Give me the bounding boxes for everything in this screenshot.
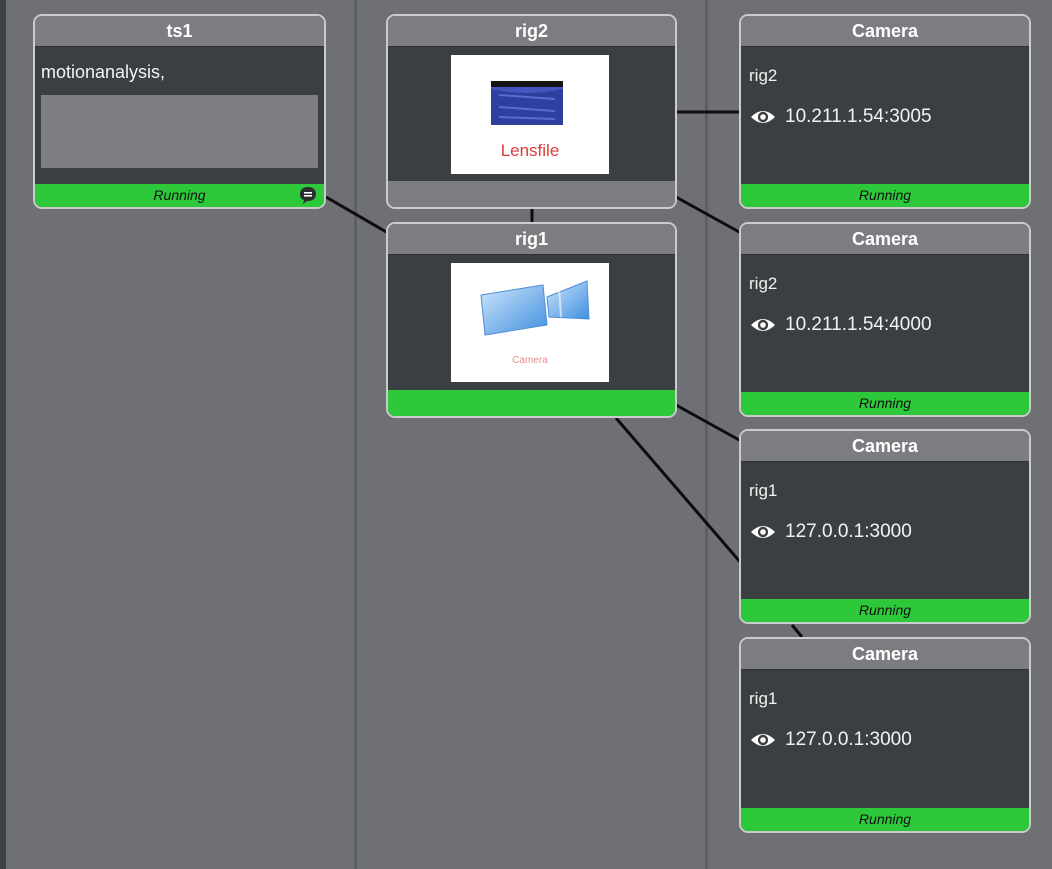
camera-address-row: 127.0.0.1:3000 — [749, 521, 912, 543]
status-bar: Running — [741, 392, 1029, 415]
node-title: Camera — [741, 639, 1029, 670]
node-rig1[interactable]: rig1 Camera — [386, 222, 677, 418]
status-bar: Running — [35, 184, 324, 207]
node-title: rig2 — [388, 16, 675, 47]
node-title: Camera — [741, 431, 1029, 462]
camera-address: 127.0.0.1:3000 — [785, 521, 912, 542]
status-bar: Running — [741, 599, 1029, 622]
lens-image — [491, 81, 563, 125]
edge-rig1-camera3 — [675, 403, 742, 443]
status-bar — [388, 181, 675, 207]
thumbnail-label: Camera — [512, 355, 548, 366]
node-ts1[interactable]: ts1 motionanalysis, Running — [33, 14, 326, 209]
eye-icon[interactable] — [749, 316, 777, 334]
node-title: ts1 — [35, 16, 324, 47]
node-title: rig1 — [388, 224, 675, 255]
camera-rig: rig1 — [749, 689, 778, 708]
camera-thumbnail: Camera — [451, 263, 609, 382]
status-bar: Running — [741, 808, 1029, 831]
camera-address: 127.0.0.1:3000 — [785, 729, 912, 750]
node-title: Camera — [741, 16, 1029, 47]
camera-rig: rig2 — [749, 66, 778, 85]
chat-bubble-icon[interactable] — [298, 185, 318, 205]
camera-rig: rig1 — [749, 481, 778, 500]
camera-address-row: 10.211.1.54:4000 — [749, 314, 932, 336]
camera-address-row: 10.211.1.54:3005 — [749, 106, 932, 128]
edge-rig2-camera2 — [675, 195, 742, 235]
camera-address: 10.211.1.54:3005 — [785, 106, 932, 127]
lensfile-thumbnail: Lensfile — [451, 55, 609, 174]
eye-icon[interactable] — [749, 523, 777, 541]
status-bar — [388, 390, 675, 416]
node-preview-area — [41, 95, 318, 168]
eye-icon[interactable] — [749, 731, 777, 749]
node-camera[interactable]: Camera rig1 127.0.0.1:3000 Running — [739, 429, 1031, 624]
node-description: motionanalysis, — [41, 62, 166, 82]
node-camera[interactable]: Camera rig2 10.211.1.54:4000 Running — [739, 222, 1031, 417]
camera-address-row: 127.0.0.1:3000 — [749, 729, 912, 751]
edge-ts1-rig1 — [325, 195, 389, 235]
camera-icon — [480, 280, 590, 336]
camera-rig: rig2 — [749, 274, 778, 293]
eye-icon[interactable] — [749, 108, 777, 126]
camera-address: 10.211.1.54:4000 — [785, 314, 932, 335]
thumbnail-label: Lensfile — [500, 141, 560, 160]
edge-rig1-camera4-tail — [790, 624, 804, 638]
node-title: Camera — [741, 224, 1029, 255]
status-bar: Running — [741, 184, 1029, 207]
status-text: Running — [153, 187, 206, 203]
edge-rig1-camera4 — [614, 417, 743, 564]
node-rig2[interactable]: rig2 Lensfile — [386, 14, 677, 209]
node-camera[interactable]: Camera rig2 10.211.1.54:3005 Running — [739, 14, 1031, 209]
node-camera[interactable]: Camera rig1 127.0.0.1:3000 Running — [739, 637, 1031, 833]
